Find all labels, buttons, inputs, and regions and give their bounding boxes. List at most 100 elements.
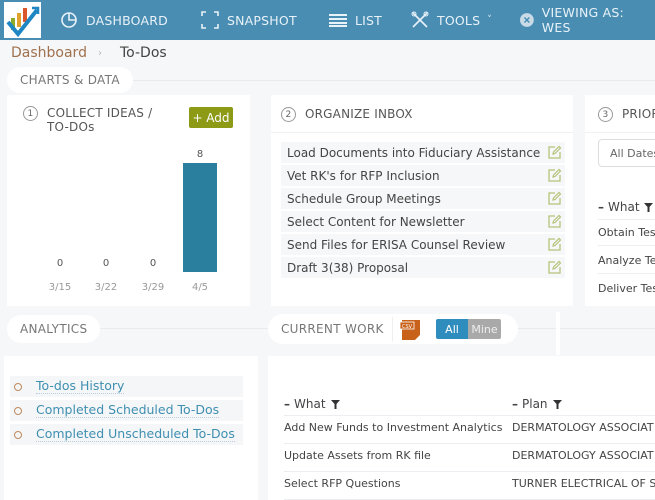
- toggle-all-button[interactable]: All: [436, 319, 468, 339]
- work-row-plan[interactable]: TURNER ELECTRICAL OF S: [512, 477, 655, 490]
- collect-title-line2: TO-DOs: [47, 120, 95, 134]
- inbox-item-label: Load Documents into Fiduciary Assistance: [287, 145, 541, 160]
- x-tick-label: 4/5: [192, 282, 208, 293]
- collapse-icon: –: [512, 397, 518, 411]
- nav-viewing-as[interactable]: VIEWING AS: WES: [520, 0, 655, 40]
- inbox-item[interactable]: Send Files for ERISA Counsel Review: [281, 234, 565, 255]
- column-header-what[interactable]: – What: [284, 397, 340, 411]
- analytics-item-completed-scheduled[interactable]: Completed Scheduled To-Dos: [10, 400, 243, 421]
- work-row-what[interactable]: Add New Funds to Investment Analytics: [284, 421, 504, 434]
- nav-list-label: LIST: [355, 12, 383, 28]
- toggle-mine-button[interactable]: Mine: [468, 319, 501, 339]
- nav-snapshot[interactable]: SNAPSHOT: [201, 0, 297, 40]
- row-divider: [284, 443, 655, 444]
- filter-icon[interactable]: [552, 399, 562, 409]
- prioritize-title: 3 PRIOR: [598, 107, 655, 122]
- app-logo[interactable]: [4, 2, 41, 38]
- edit-icon[interactable]: [547, 260, 562, 275]
- filter-icon[interactable]: [330, 399, 340, 409]
- nav-viewing-as-label: VIEWING AS: WES: [541, 5, 624, 35]
- circle-bullet-icon: [14, 406, 22, 415]
- edit-icon[interactable]: [547, 214, 562, 229]
- organize-inbox-title: 2 ORGANIZE INBOX: [281, 107, 413, 122]
- step-number-2: 2: [281, 107, 296, 122]
- step-number-3: 3: [598, 107, 613, 122]
- work-row-plan[interactable]: DERMATOLOGY ASSOCIAT: [512, 421, 655, 434]
- tools-icon: [411, 11, 429, 28]
- nav-snapshot-label: SNAPSHOT: [227, 12, 297, 28]
- column-header-plan[interactable]: – Plan: [512, 397, 562, 411]
- todos-bar-chart: 0 3/15 0 3/22 0 3/29 8 4/5: [49, 149, 217, 293]
- column-what-label: What: [294, 397, 326, 411]
- section-divider: [130, 80, 655, 81]
- x-tick-label: 3/15: [49, 282, 71, 293]
- nav-tools-label: TOOLS: [437, 12, 481, 28]
- chevron-down-icon: ˅: [487, 15, 492, 25]
- add-todo-button[interactable]: + Add: [189, 107, 233, 128]
- close-circle-icon[interactable]: [520, 13, 534, 27]
- row-divider: [598, 273, 655, 274]
- analytics-link[interactable]: Completed Scheduled To-Dos: [36, 403, 220, 418]
- analytics-item-todos-history[interactable]: To-dos History: [10, 376, 243, 397]
- step-number-1: 1: [23, 106, 38, 121]
- row-divider: [598, 245, 655, 246]
- nav-dashboard[interactable]: DASHBOARD: [60, 0, 168, 40]
- csv-export-icon[interactable]: CSV: [400, 318, 422, 342]
- analytics-link[interactable]: To-dos History: [36, 379, 125, 394]
- prioritize-row[interactable]: Obtain Test: [598, 226, 655, 239]
- circle-bullet-icon: [14, 430, 22, 439]
- breadcrumb-current: To-Dos: [120, 45, 167, 61]
- collapse-icon: –: [598, 200, 604, 214]
- divider: [392, 317, 393, 341]
- nav-dashboard-label: DASHBOARD: [86, 12, 168, 28]
- csv-label: CSV: [402, 324, 413, 330]
- prioritize-label: PRIOR: [622, 107, 655, 121]
- inbox-item[interactable]: Draft 3(38) Proposal: [281, 257, 565, 278]
- nav-tools[interactable]: TOOLS ˅: [411, 0, 492, 40]
- inbox-item-label: Vet RK's for RFP Inclusion: [287, 168, 440, 183]
- pie-chart-icon: [61, 12, 77, 28]
- analytics-item-completed-unscheduled[interactable]: Completed Unscheduled To-Dos: [10, 424, 243, 445]
- breadcrumb-separator-icon: ›: [98, 48, 102, 59]
- organize-inbox-label: ORGANIZE INBOX: [305, 107, 413, 121]
- card-header-divider: [585, 132, 655, 133]
- collect-ideas-title: 1 COLLECT IDEAS / TO-DOs: [23, 106, 152, 134]
- date-filter-select[interactable]: All Dates: [598, 139, 655, 167]
- edit-icon[interactable]: [547, 168, 562, 183]
- analytics-link[interactable]: Completed Unscheduled To-Dos: [36, 427, 235, 442]
- prioritize-row[interactable]: Analyze Tes: [598, 254, 655, 267]
- logo-checkmark-icon: [6, 6, 40, 38]
- inbox-item[interactable]: Select Content for Newsletter: [281, 211, 565, 232]
- work-row-what[interactable]: Select RFP Questions: [284, 477, 504, 490]
- edit-icon[interactable]: [547, 191, 562, 206]
- current-work-label: CURRENT WORK: [281, 322, 384, 336]
- section-divider: [100, 328, 270, 329]
- filter-icon[interactable]: [643, 202, 653, 212]
- bar-value-label: 0: [150, 258, 156, 269]
- inbox-item[interactable]: Vet RK's for RFP Inclusion: [281, 165, 565, 186]
- bar-4-5[interactable]: [183, 163, 217, 272]
- inbox-item[interactable]: Schedule Group Meetings: [281, 188, 565, 209]
- card-header-divider: [271, 132, 573, 133]
- prioritize-what-header[interactable]: – What: [598, 200, 653, 214]
- edit-icon[interactable]: [547, 237, 562, 252]
- bar-value-label: 0: [103, 258, 109, 269]
- work-row-what[interactable]: Update Assets from RK file: [284, 449, 504, 462]
- work-row-plan[interactable]: DERMATOLOGY ASSOCIAT: [512, 449, 655, 462]
- row-divider: [284, 415, 655, 416]
- section-divider: [515, 328, 655, 329]
- top-nav-bar: DASHBOARD SNAPSHOT LIST TOOLS ˅ VIEWING …: [0, 0, 655, 40]
- x-tick-label: 3/29: [142, 282, 164, 293]
- prioritize-what-label: What: [608, 200, 640, 214]
- edit-icon[interactable]: [547, 145, 562, 160]
- all-mine-toggle[interactable]: All Mine: [436, 319, 501, 339]
- inbox-item-label: Select Content for Newsletter: [287, 214, 465, 229]
- inbox-item-label: Send Files for ERISA Counsel Review: [287, 237, 506, 252]
- nav-list[interactable]: LIST: [329, 0, 382, 40]
- inbox-item-label: Draft 3(38) Proposal: [287, 260, 409, 275]
- row-divider: [598, 219, 655, 220]
- prioritize-row[interactable]: Deliver Test: [598, 282, 655, 295]
- breadcrumb-dashboard[interactable]: Dashboard: [11, 45, 87, 63]
- frame-icon: [201, 11, 219, 29]
- inbox-item[interactable]: Load Documents into Fiduciary Assistance: [281, 142, 565, 163]
